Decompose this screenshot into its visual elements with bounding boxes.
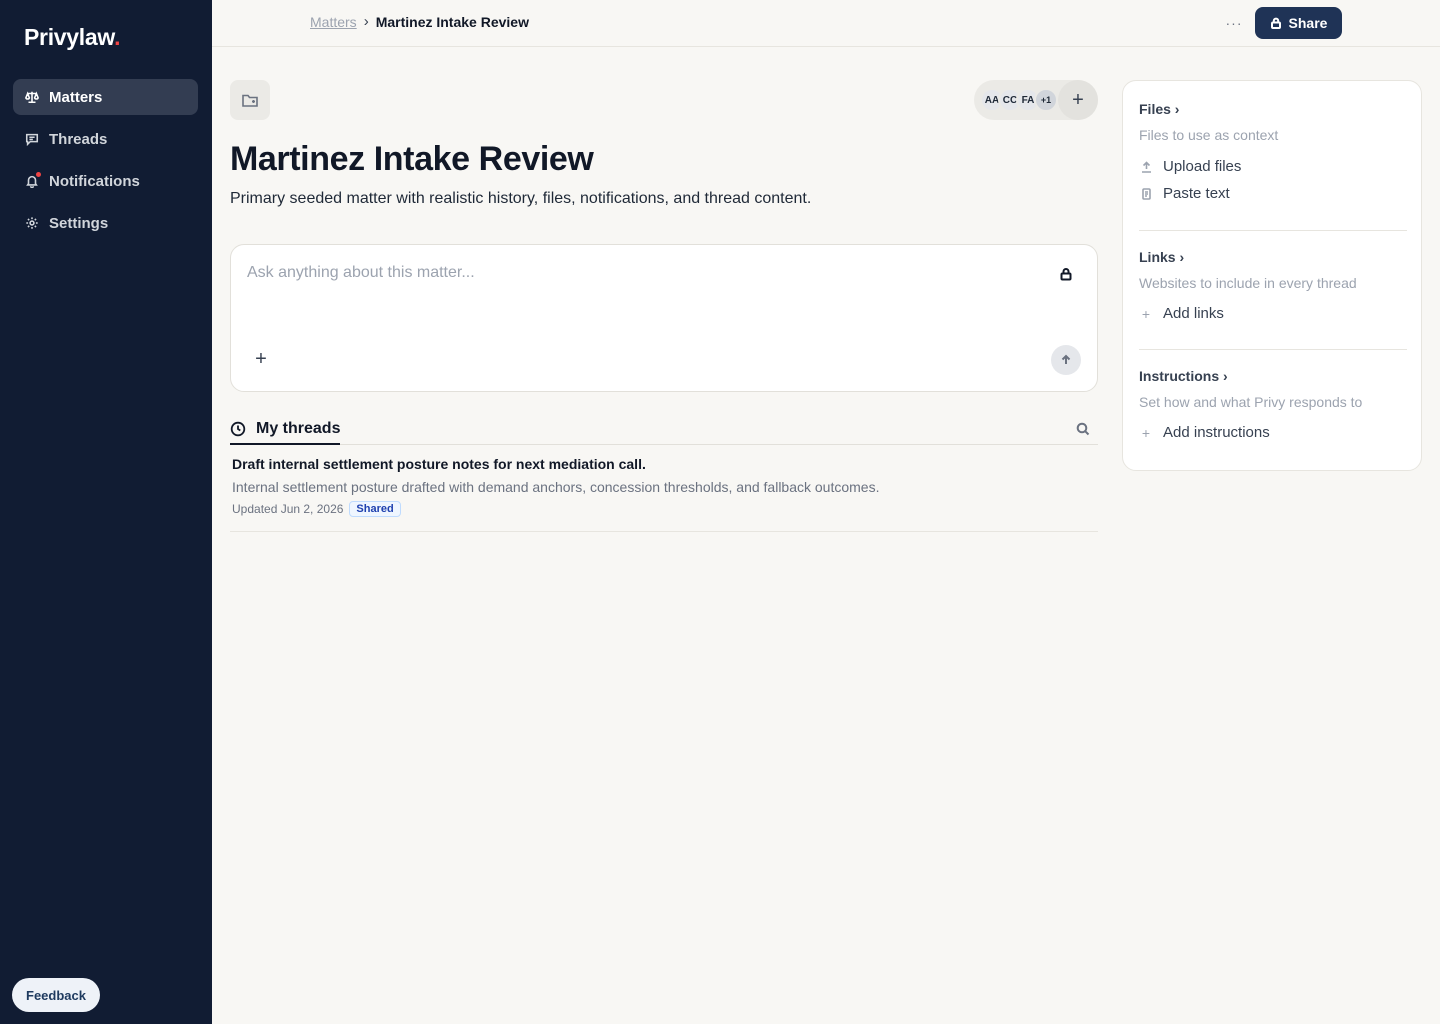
sidebar: Privylaw. Matters Threads Notifications	[0, 0, 212, 1024]
context-panel: Files › Files to use as context Upload f…	[1122, 80, 1422, 471]
thread-updated: Updated Jun 2, 2026	[232, 502, 344, 516]
page-description: Primary seeded matter with realistic his…	[230, 190, 812, 207]
upload-icon	[1139, 160, 1153, 174]
add-links-button[interactable]: + Add links	[1139, 305, 1407, 322]
page-title: Martinez Intake Review	[230, 140, 594, 178]
notification-dot	[36, 172, 41, 177]
thread-title: Draft internal settlement posture notes …	[232, 456, 646, 472]
threads-header: My threads	[230, 416, 1098, 445]
paste-text-button[interactable]: Paste text	[1139, 185, 1407, 202]
clock-icon	[230, 421, 246, 436]
add-links-label: Add links	[1163, 305, 1224, 322]
add-member-button[interactable]: +	[1058, 80, 1098, 120]
tab-label: My threads	[256, 419, 341, 437]
avatar-more-count: +1	[1034, 88, 1058, 112]
chat-bubble-icon	[25, 132, 39, 146]
sidebar-item-notifications[interactable]: Notifications	[13, 163, 198, 199]
sidebar-item-threads[interactable]: Threads	[13, 121, 198, 157]
instructions-title[interactable]: Instructions ›	[1139, 368, 1407, 384]
files-title[interactable]: Files ›	[1139, 101, 1407, 117]
paste-text-label: Paste text	[1163, 185, 1230, 202]
more-options-button[interactable]: ···	[1222, 11, 1246, 35]
composer: +	[230, 244, 1098, 392]
sidebar-item-label: Notifications	[49, 172, 140, 190]
breadcrumb-separator: ›	[363, 13, 369, 30]
sidebar-item-settings[interactable]: Settings	[13, 205, 198, 241]
share-button[interactable]: Share	[1255, 7, 1342, 39]
links-subtitle: Websites to include in every thread	[1139, 275, 1357, 291]
sidebar-nav: Matters Threads Notifications Settings	[13, 79, 198, 247]
files-section: Files › Files to use as context Upload f…	[1139, 101, 1407, 202]
logo-text: Privylaw	[24, 24, 115, 50]
divider	[1139, 349, 1407, 350]
instructions-section: Instructions › Set how and what Privy re…	[1139, 368, 1407, 441]
thread-item[interactable]: Draft internal settlement posture notes …	[230, 446, 1098, 532]
divider	[1139, 230, 1407, 231]
links-title[interactable]: Links ›	[1139, 249, 1407, 265]
sidebar-item-matters[interactable]: Matters	[13, 79, 198, 115]
top-bar: Matters › Martinez Intake Review ··· Sha…	[212, 0, 1440, 47]
arrow-up-icon	[1061, 354, 1071, 364]
search-icon[interactable]	[1076, 422, 1090, 436]
sidebar-item-label: Threads	[49, 130, 108, 148]
document-icon	[1139, 187, 1153, 201]
gear-icon	[25, 216, 39, 230]
share-label: Share	[1288, 15, 1328, 31]
plus-icon: +	[1141, 424, 1151, 441]
add-instructions-button[interactable]: + Add instructions	[1139, 424, 1407, 441]
upload-files-label: Upload files	[1163, 158, 1242, 175]
lock-icon	[1270, 17, 1281, 29]
sidebar-item-label: Matters	[49, 88, 103, 106]
thread-meta: Updated Jun 2, 2026 Shared	[232, 501, 1096, 517]
ask-input[interactable]	[247, 261, 1037, 285]
shared-badge: Shared	[349, 501, 401, 517]
breadcrumb: Matters › Martinez Intake Review	[310, 13, 529, 30]
breadcrumb-current: Martinez Intake Review	[375, 13, 529, 30]
plus-icon: +	[1141, 305, 1151, 322]
upload-files-button[interactable]: Upload files	[1139, 158, 1407, 175]
files-subtitle: Files to use as context	[1139, 127, 1279, 143]
scale-icon	[25, 90, 39, 104]
instructions-subtitle: Set how and what Privy responds to	[1139, 394, 1363, 410]
bell-icon	[25, 172, 41, 188]
sidebar-item-label: Settings	[49, 214, 109, 232]
tab-my-threads[interactable]: My threads	[230, 416, 341, 445]
logo-dot: .	[114, 24, 121, 50]
links-section: Links › Websites to include in every thr…	[1139, 249, 1407, 322]
folder-plus-icon	[242, 94, 258, 107]
matter-folder-button[interactable]	[230, 80, 270, 120]
add-instructions-label: Add instructions	[1163, 424, 1270, 441]
breadcrumb-matters-link[interactable]: Matters	[310, 14, 357, 30]
send-button[interactable]	[1051, 345, 1081, 375]
app-logo[interactable]: Privylaw.	[24, 24, 120, 51]
thread-summary: Internal settlement posture drafted with…	[232, 479, 880, 495]
attach-button[interactable]: +	[251, 348, 271, 370]
lock-icon[interactable]	[1059, 267, 1073, 281]
feedback-button[interactable]: Feedback	[12, 978, 100, 1012]
